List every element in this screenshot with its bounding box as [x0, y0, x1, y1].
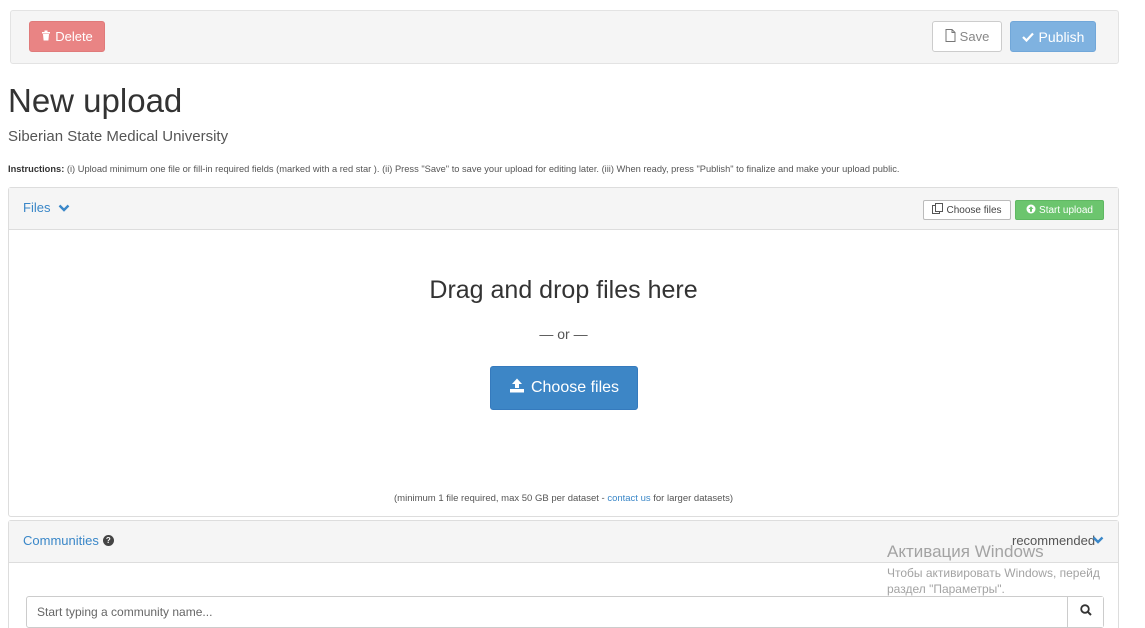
start-upload-button[interactable]: Start upload — [1015, 200, 1104, 220]
choose-files-button[interactable]: Choose files — [490, 366, 638, 410]
action-toolbar: Delete Save Publish — [10, 10, 1119, 64]
drop-zone-title: Drag and drop files here — [429, 276, 698, 304]
chevron-down-icon — [58, 201, 70, 215]
start-upload-label: Start upload — [1039, 204, 1093, 216]
publish-button[interactable]: Publish — [1010, 21, 1096, 52]
communities-panel-header: Communities ? recommended — [9, 521, 1118, 563]
communities-toggle[interactable]: Communities ? — [23, 533, 114, 548]
community-subtitle: Siberian State Medical University — [8, 128, 229, 145]
community-search-button[interactable] — [1067, 597, 1103, 627]
choose-files-label: Choose files — [530, 379, 620, 396]
files-title: Files — [23, 200, 51, 215]
instructions-text: (i) Upload minimum one file or fill-in r… — [64, 164, 900, 174]
note-suffix: for larger datasets) — [650, 493, 733, 504]
files-panel: Files Choose files Start upload Drag and… — [8, 187, 1119, 517]
recommended-label: recommended — [1012, 533, 1096, 548]
delete-label: Delete — [55, 29, 93, 44]
community-search-input[interactable] — [27, 597, 1069, 627]
file-limit-note: (minimum 1 file required, max 50 GB per … — [9, 493, 1118, 504]
search-icon — [1079, 603, 1092, 621]
trash-icon — [41, 29, 51, 44]
file-icon — [945, 28, 956, 45]
choose-files-small-label: Choose files — [946, 204, 1002, 216]
contact-us-link[interactable]: contact us — [607, 493, 650, 504]
page-title: New upload — [8, 82, 183, 119]
note-prefix: (minimum 1 file required, max 50 GB per … — [394, 493, 608, 504]
files-toggle[interactable]: Files — [23, 200, 70, 215]
save-label: Save — [959, 29, 990, 44]
choose-files-small-button[interactable]: Choose files — [923, 200, 1011, 220]
circle-arrow-up-icon — [1026, 204, 1036, 217]
instructions: Instructions: (i) Upload minimum one fil… — [8, 164, 899, 174]
files-panel-header: Files Choose files Start upload — [9, 188, 1118, 230]
instructions-label: Instructions: — [8, 164, 65, 174]
chevron-down-icon[interactable] — [1092, 533, 1104, 547]
community-search — [26, 596, 1104, 628]
check-icon — [1021, 29, 1034, 45]
communities-title: Communities — [23, 533, 99, 548]
delete-button[interactable]: Delete — [29, 21, 105, 52]
question-circle-icon[interactable]: ? — [102, 535, 114, 546]
copy-files-icon — [932, 203, 944, 217]
publish-label: Publish — [1038, 28, 1085, 45]
upload-icon — [509, 378, 525, 398]
drop-zone-or: — or — — [539, 326, 588, 342]
save-button[interactable]: Save — [932, 21, 1002, 52]
communities-panel: Communities ? recommended — [8, 520, 1119, 628]
